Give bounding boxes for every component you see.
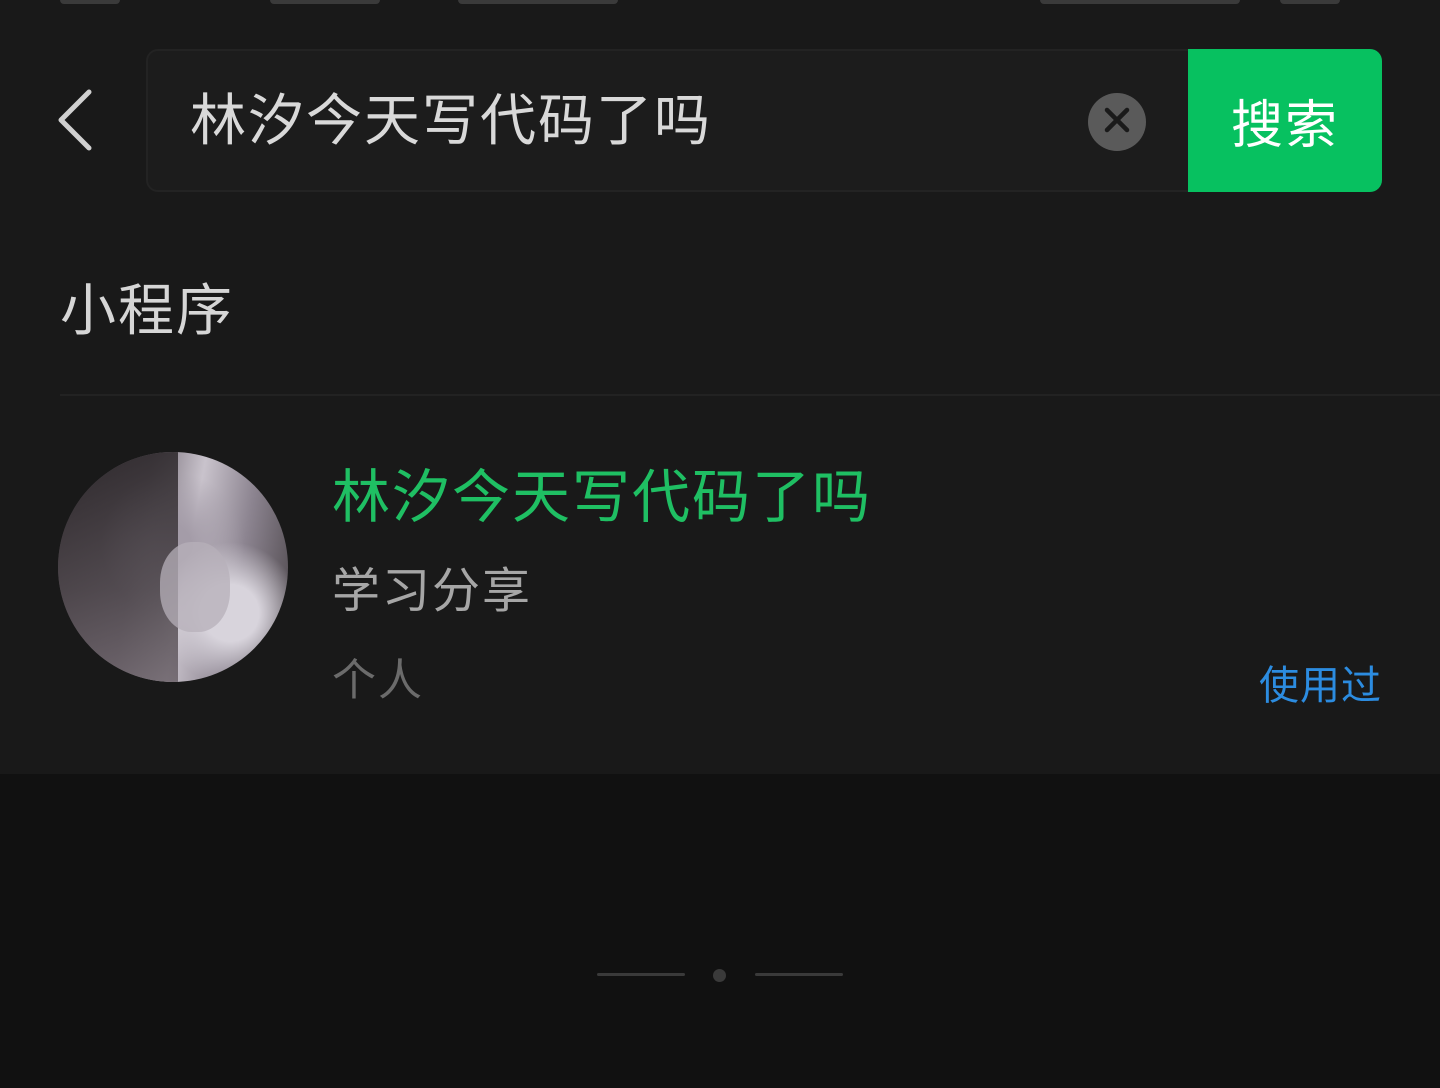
clear-icon xyxy=(1102,105,1132,139)
chevron-left-icon xyxy=(55,88,95,156)
back-button[interactable] xyxy=(40,80,110,164)
used-tag: 使用过 xyxy=(1259,663,1382,709)
search-button[interactable]: 搜索 xyxy=(1188,49,1382,192)
status-bar xyxy=(0,0,1440,8)
result-title: 林汐今天写代码了吗 xyxy=(332,463,873,531)
result-description: 学习分享 xyxy=(332,563,533,619)
mini-program-result[interactable]: 林汐今天写代码了吗 学习分享 个人 使用过 xyxy=(0,396,1440,774)
search-header: 林汐今天写代码了吗 搜索 小程序 xyxy=(0,0,1440,396)
screen: 林汐今天写代码了吗 搜索 小程序 林汐今天写代码了吗 学习分享 个人 使用过 xyxy=(0,0,1440,1088)
search-box: 林汐今天写代码了吗 搜索 xyxy=(146,49,1382,192)
clear-button[interactable] xyxy=(1088,93,1146,151)
page-indicator xyxy=(597,966,843,986)
avatar xyxy=(58,452,288,682)
search-input[interactable]: 林汐今天写代码了吗 xyxy=(190,88,712,156)
result-type: 个人 xyxy=(332,655,424,706)
section-title: 小程序 xyxy=(60,279,234,344)
